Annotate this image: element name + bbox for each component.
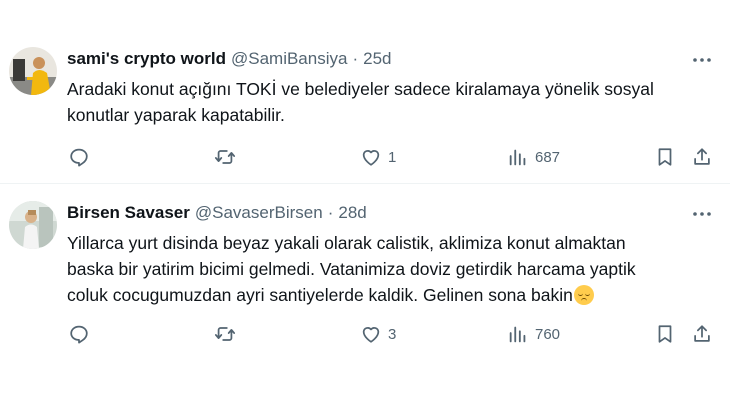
more-options-icon[interactable] [692,50,712,70]
timestamp[interactable]: 25d [363,49,391,69]
tweet-text-line: coluk cocugumuzdan ayri santiyelerde kal… [67,285,573,305]
author-handle[interactable]: @SamiBansiya [231,49,347,69]
more-options-icon[interactable] [692,204,712,224]
bookmark-icon [658,325,672,343]
tweet-text-line: konutlar yaparak kapatabilir. [67,105,285,125]
heart-icon [362,327,380,343]
reply-icon [70,325,88,344]
like-count: 1 [388,148,397,166]
action-bar: 1 687 [67,145,717,169]
share-icon [694,325,710,342]
bookmark-icon [658,148,672,166]
avatar[interactable] [9,201,57,249]
tweet-text-line-last: coluk cocugumuzdan ayri santiyelerde kal… [67,282,717,308]
tweet-header: sami's crypto world @SamiBansiya · 25d [67,48,392,70]
share-icon [694,148,710,165]
avatar[interactable] [9,47,57,95]
retweet-button[interactable] [214,322,236,346]
share-button[interactable] [691,145,713,169]
separator: · [352,49,359,68]
views-button[interactable]: 760 [507,322,560,346]
view-count: 687 [535,148,561,166]
heart-icon [362,150,380,166]
pensive-face-icon [573,285,594,305]
like-button[interactable]: 3 [360,322,396,346]
separator: · [327,203,334,222]
view-count: 760 [535,325,561,343]
retweet-icon [214,150,236,164]
timestamp[interactable]: 28d [338,203,366,223]
author-handle[interactable]: @SavaserBirsen [195,203,323,223]
tweet-text: Yillarca yurt disinda beyaz yakali olara… [67,230,717,308]
tweet-text-line: baska bir yatirim bicimi gelmedi. Vatani… [67,259,636,279]
author-name[interactable]: sami's crypto world [67,49,226,69]
bookmark-button[interactable] [654,322,676,346]
retweet-icon [214,327,236,341]
retweet-button[interactable] [214,145,236,169]
views-chart-icon [509,326,526,343]
reply-button[interactable] [68,322,90,346]
reply-icon [70,148,88,167]
author-name[interactable]: Birsen Savaser [67,203,190,223]
tweet[interactable]: sami's crypto world @SamiBansiya · 25d A… [0,0,730,183]
views-chart-icon [509,149,526,166]
tweet-header: Birsen Savaser @SavaserBirsen · 28d [67,202,367,224]
action-bar: 3 760 [67,322,717,346]
like-button[interactable]: 1 [360,145,396,169]
tweet[interactable]: Birsen Savaser @SavaserBirsen · 28d Yill… [0,183,730,420]
bookmark-button[interactable] [654,145,676,169]
tweet-text-line: Yillarca yurt disinda beyaz yakali olara… [67,233,626,253]
views-button[interactable]: 687 [507,145,560,169]
like-count: 3 [388,325,397,343]
tweet-text-line: Aradaki konut açığını TOKİ ve belediyele… [67,79,654,99]
tweet-text: Aradaki konut açığını TOKİ ve belediyele… [67,76,717,128]
share-button[interactable] [691,322,713,346]
avatar-photo-icon [9,47,57,95]
avatar-photo-icon [9,201,57,249]
reply-button[interactable] [68,145,90,169]
